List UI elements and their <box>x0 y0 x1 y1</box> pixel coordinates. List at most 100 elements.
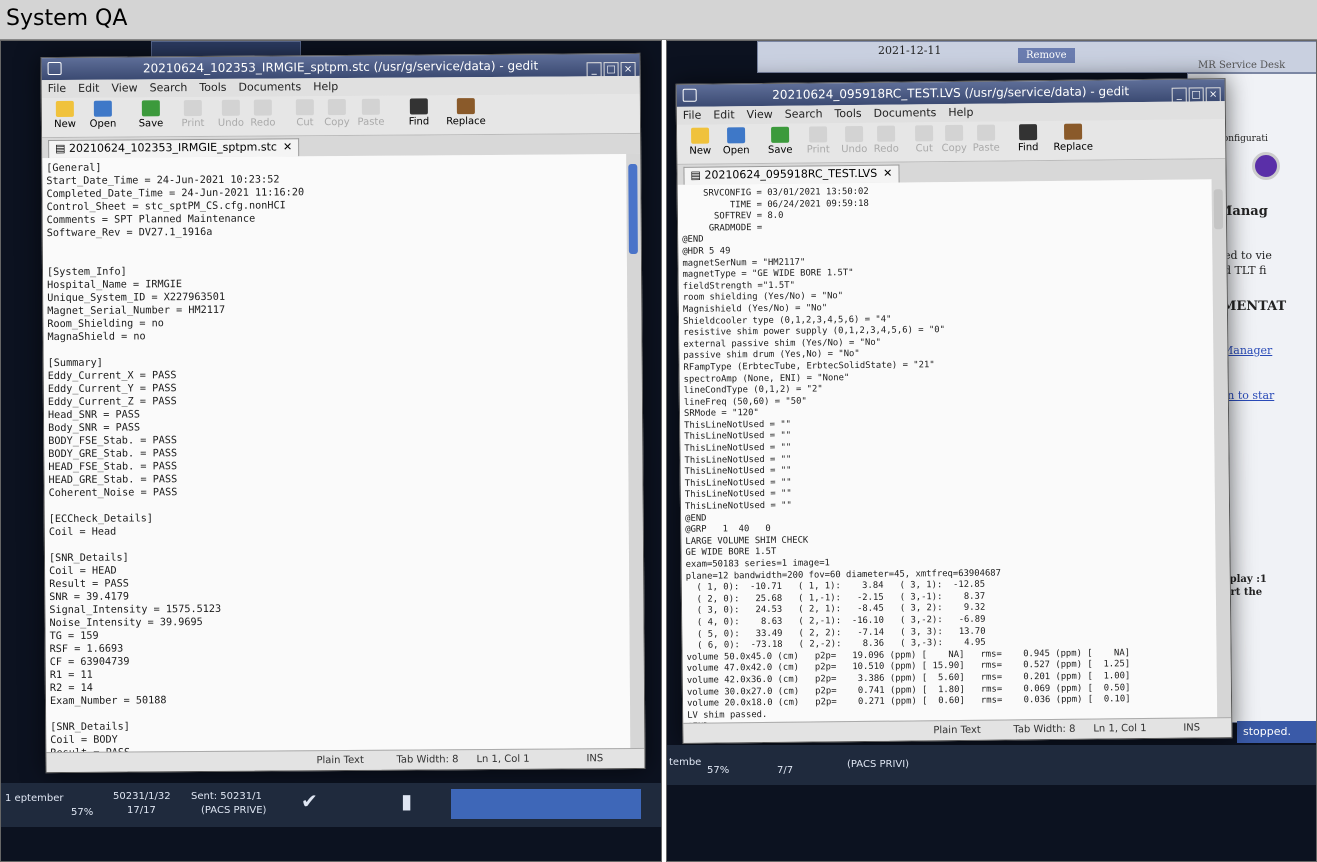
taskbar-queue: 50231/1/32 <box>113 791 171 802</box>
tab-width[interactable]: Tab Width: 8 <box>396 754 458 765</box>
documentation-heading: MENTAT <box>1222 299 1287 314</box>
tab-width[interactable]: Tab Width: 8 <box>1013 724 1075 736</box>
print-button[interactable]: Print <box>172 99 214 129</box>
paste-button[interactable]: Paste <box>350 98 392 128</box>
menu-documents[interactable]: Documents <box>868 104 943 122</box>
background-date: 2021-12-11 <box>878 44 942 57</box>
close-icon[interactable]: × <box>1205 87 1221 103</box>
status-icon[interactable]: ▮ <box>401 789 412 813</box>
menu-file[interactable]: File <box>42 80 73 97</box>
language-mode[interactable]: Plain Text <box>316 755 364 766</box>
taskbar-sent: Sent: 50231/1 <box>191 791 262 802</box>
redo-icon <box>877 125 896 142</box>
save-icon <box>141 100 160 117</box>
left-photo: 20210624_102353_IRMGIE_sptpm.stc (/usr/g… <box>0 40 662 862</box>
left-tab-label: 20210624_102353_IRMGIE_sptpm.stc <box>68 140 277 155</box>
left-taskbar: 1 eptember 57% 50231/1/32 17/17 Sent: 50… <box>1 783 661 827</box>
replace-button[interactable]: Replace <box>1045 123 1101 153</box>
save-button[interactable]: Save <box>130 100 172 129</box>
cut-icon <box>915 125 934 142</box>
menu-search[interactable]: Search <box>144 79 194 96</box>
right-photo: 2021-12-11 Remove MR Service Desk Config… <box>666 40 1317 862</box>
taskbar-panel <box>451 789 641 819</box>
menu-view[interactable]: View <box>741 106 779 123</box>
new-button[interactable]: New <box>44 100 86 130</box>
left-document-tab[interactable]: ▤ 20210624_102353_IRMGIE_sptpm.stc ✕ <box>48 138 300 159</box>
taskbar-pacs: (PACS PRIVE) <box>201 805 267 816</box>
minimize-icon[interactable]: _ <box>1171 87 1187 103</box>
remove-button[interactable]: Remove <box>1018 48 1075 63</box>
start-link[interactable]: rn to star <box>1222 389 1274 402</box>
save-button[interactable]: Save <box>759 126 801 156</box>
menu-search[interactable]: Search <box>779 105 829 123</box>
menu-edit[interactable]: Edit <box>707 106 740 123</box>
minimize-icon[interactable]: _ <box>586 62 602 78</box>
print-icon <box>809 126 828 143</box>
maximize-icon[interactable]: □ <box>603 62 619 78</box>
taskbar-pacs: (PACS PRIVI) <box>847 759 910 770</box>
binoculars-icon <box>409 98 428 115</box>
left-editor[interactable]: [General] Start_Date_Time = 24-Jun-2021 1… <box>42 154 631 753</box>
taskbar-date: tembe <box>669 757 702 768</box>
print-icon <box>183 99 202 117</box>
insert-mode: INS <box>1183 722 1201 734</box>
config-icon[interactable] <box>1252 152 1280 180</box>
open-folder-icon <box>727 127 746 144</box>
menu-tools[interactable]: Tools <box>193 79 232 96</box>
left-gedit-window: 20210624_102353_IRMGIE_sptpm.stc (/usr/g… <box>40 52 646 774</box>
undo-icon <box>845 125 864 143</box>
background-window-top: 2021-12-11 Remove MR Service Desk <box>757 41 1316 73</box>
left-toolbar: New Open Save Print Undo Redo Cut Copy P… <box>41 93 641 139</box>
menu-help[interactable]: Help <box>942 104 979 121</box>
open-folder-icon <box>93 100 112 117</box>
manager-link[interactable]: Manager <box>1222 344 1272 357</box>
menu-tools[interactable]: Tools <box>828 105 867 122</box>
tab-close-icon[interactable]: ✕ <box>283 140 292 153</box>
find-button[interactable]: Find <box>398 98 440 128</box>
right-document-tab[interactable]: ▤ 20210624_095918RC_TEST.LVS ✕ <box>683 164 900 185</box>
window-icon <box>682 88 697 102</box>
open-button[interactable]: Open <box>82 100 124 130</box>
view-text-2: d TLT fi <box>1224 264 1267 277</box>
replace-button[interactable]: Replace <box>438 98 494 127</box>
page-title: System QA <box>6 6 128 31</box>
left-statusbar: Plain Text Tab Width: 8 Ln 1, Col 1 INS <box>46 747 645 773</box>
cursor-position: Ln 1, Col 1 <box>476 753 530 766</box>
redo-button[interactable]: Redo <box>865 125 907 155</box>
right-taskbar: tembe 57% 7/7 (PACS PRIVI) <box>667 745 1316 785</box>
left-scrollbar[interactable] <box>626 153 645 749</box>
tab-close-icon[interactable]: ✕ <box>883 167 892 180</box>
find-button[interactable]: Find <box>1007 124 1049 153</box>
open-button[interactable]: Open <box>715 127 757 156</box>
maximize-icon[interactable]: □ <box>1188 87 1204 103</box>
left-window-title: 20210624_102353_IRMGIE_sptpm.stc (/usr/g… <box>142 58 539 76</box>
replace-icon <box>1063 123 1083 140</box>
scrollbar-thumb[interactable] <box>1213 189 1224 230</box>
stopped-status: stopped. <box>1237 721 1316 743</box>
close-icon[interactable]: × <box>620 61 636 78</box>
menu-view[interactable]: View <box>105 79 143 96</box>
taskbar-queue-count: 17/17 <box>127 805 156 816</box>
scrollbar-thumb[interactable] <box>628 163 638 255</box>
copy-icon <box>945 124 964 142</box>
view-text-1: ed to vie <box>1224 249 1272 262</box>
save-icon <box>771 126 790 143</box>
service-desk-label: MR Service Desk <box>1198 60 1286 71</box>
menu-documents[interactable]: Documents <box>232 78 307 96</box>
menu-file[interactable]: File <box>677 107 708 124</box>
binoculars-icon <box>1019 124 1038 141</box>
cursor-position: Ln 1, Col 1 <box>1093 723 1147 735</box>
menu-edit[interactable]: Edit <box>72 80 105 97</box>
paste-button[interactable]: Paste <box>965 124 1007 154</box>
right-editor-text: SRVCONFIG = 03/01/2021 13:50:02 TIME = 0… <box>682 183 1214 723</box>
new-document-icon <box>691 127 710 144</box>
copy-icon <box>327 98 346 116</box>
right-gedit-window: 20210624_095918RC_TEST.LVS (/usr/g/servi… <box>675 78 1233 744</box>
taskbar-disk-percent: 57% <box>707 765 730 776</box>
language-mode[interactable]: Plain Text <box>933 725 981 736</box>
checkmark-icon[interactable]: ✔ <box>301 789 318 813</box>
right-editor[interactable]: SRVCONFIG = 03/01/2021 13:50:02 TIME = 0… <box>677 179 1218 723</box>
redo-button[interactable]: Redo <box>242 99 284 129</box>
cut-icon <box>295 99 314 116</box>
menu-help[interactable]: Help <box>307 78 344 95</box>
